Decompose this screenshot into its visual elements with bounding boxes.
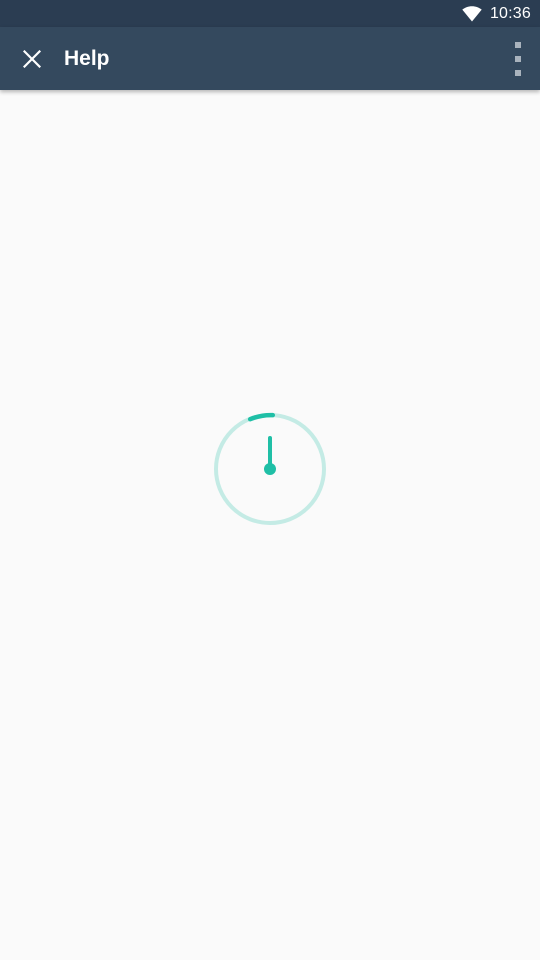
status-bar: 10:36: [0, 0, 540, 27]
wifi-icon: [462, 5, 482, 21]
page-title: Help: [64, 47, 110, 70]
overflow-menu-button[interactable]: [484, 35, 532, 83]
status-time: 10:36: [489, 4, 531, 22]
toolbar: Help: [0, 27, 540, 90]
close-button[interactable]: [8, 35, 56, 83]
stopwatch-loading-icon: [214, 412, 326, 525]
more-vert-icon: [515, 42, 521, 76]
close-icon: [23, 50, 41, 68]
content-area: [0, 90, 540, 960]
status-right-group: 10:36: [462, 0, 531, 27]
